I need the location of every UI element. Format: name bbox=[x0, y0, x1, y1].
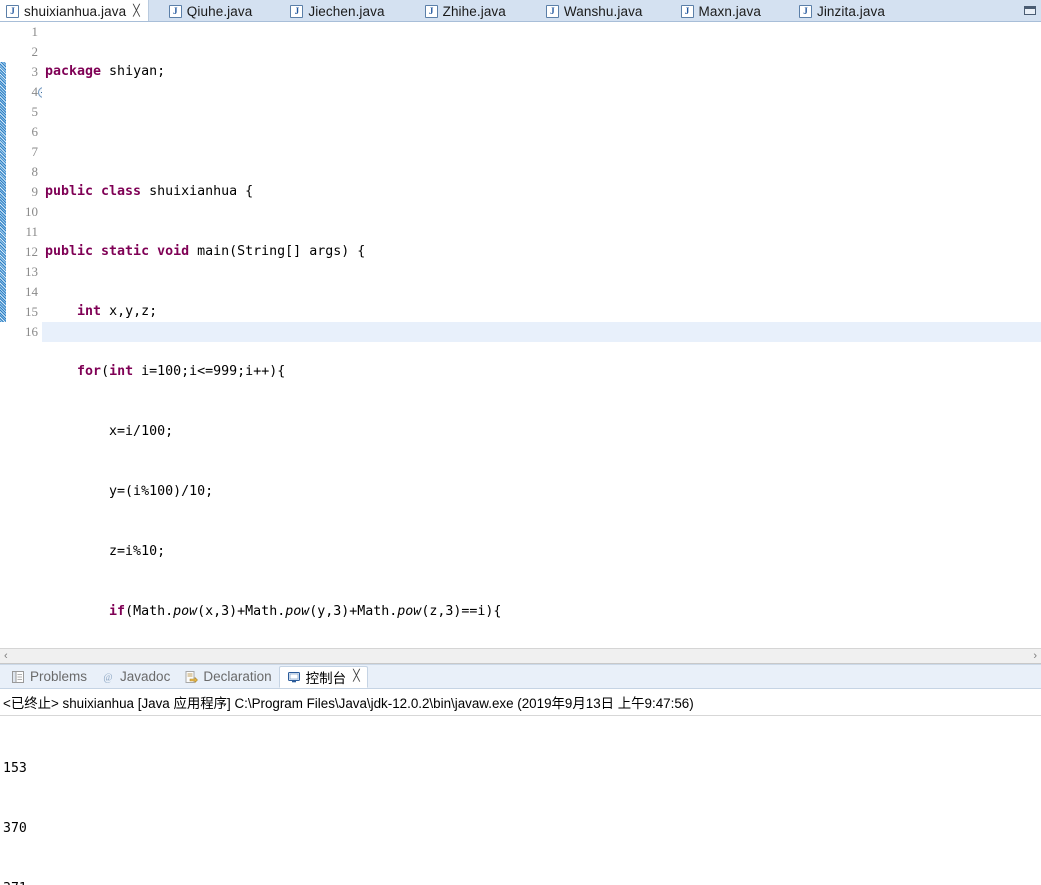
console-run-header: <已终止> shuixianhua [Java 应用程序] C:\Program… bbox=[0, 689, 1041, 716]
line-number: 13 bbox=[25, 264, 38, 279]
line-number: 16 bbox=[25, 324, 38, 339]
console-output[interactable]: 153 370 371 407 bbox=[0, 716, 1041, 885]
line-number: 12 bbox=[25, 244, 38, 259]
editor-tab-maxn[interactable]: J Maxn.java bbox=[675, 0, 769, 21]
editor-tab-label: Zhihe.java bbox=[442, 3, 506, 19]
editor-tab-label: Maxn.java bbox=[698, 3, 761, 19]
code-line: y=(i%100)/10; bbox=[45, 484, 214, 499]
eclipse-ide-window: J shuixianhua.java ╳ J Qiuhe.java J Jiec… bbox=[0, 0, 1041, 885]
editor-tab-jiechen[interactable]: J Jiechen.java bbox=[284, 0, 392, 21]
svg-text:@: @ bbox=[103, 672, 112, 683]
java-file-icon: J bbox=[168, 4, 182, 18]
java-file-icon: J bbox=[798, 4, 812, 18]
code-line: if(Math.pow(x,3)+Math.pow(y,3)+Math.pow(… bbox=[109, 604, 502, 619]
editor-tab-label: shuixianhua.java bbox=[24, 3, 127, 19]
scroll-right-arrow-icon[interactable]: › bbox=[1033, 650, 1037, 662]
editor-tab-bar: J shuixianhua.java ╳ J Qiuhe.java J Jiec… bbox=[0, 0, 1041, 22]
javadoc-icon: @ bbox=[103, 672, 112, 683]
tab-label: 控制台 bbox=[305, 670, 347, 686]
editor-tab-zhihe[interactable]: J Zhihe.java bbox=[419, 0, 514, 21]
line-number: 7 bbox=[31, 144, 39, 159]
editor-horizontal-scrollbar[interactable]: ‹ › bbox=[0, 648, 1041, 664]
tab-label: Problems bbox=[30, 669, 88, 684]
close-icon[interactable]: ╳ bbox=[353, 671, 360, 682]
line-number: 4 bbox=[31, 84, 39, 99]
minimize-view-button[interactable] bbox=[1019, 0, 1041, 21]
code-line: x=i/100; bbox=[45, 424, 174, 439]
line-number-ruler: 1 2 3 4 5 6 7 8 9 10 11 12 13 14 15 16 bbox=[6, 22, 49, 647]
line-number: 15 bbox=[25, 304, 38, 319]
editor-tab-label: Jiechen.java bbox=[308, 3, 385, 19]
java-file-icon: J bbox=[545, 4, 559, 18]
tab-label: Declaration bbox=[203, 669, 272, 684]
console-line: 153 bbox=[3, 761, 27, 776]
line-number: 14 bbox=[25, 284, 38, 299]
line-number: 9 bbox=[31, 184, 39, 199]
line-number: 5 bbox=[31, 104, 39, 119]
tab-label: Javadoc bbox=[120, 669, 171, 684]
tab-javadoc[interactable]: @ Javadoc bbox=[94, 666, 177, 688]
console-line: 371 bbox=[3, 879, 1041, 885]
console-icon bbox=[287, 671, 300, 682]
editor-tab-label: Jinzita.java bbox=[816, 3, 885, 19]
line-number: 2 bbox=[31, 44, 39, 59]
java-file-icon: J bbox=[6, 4, 19, 18]
line-number: 6 bbox=[31, 124, 39, 139]
scroll-left-arrow-icon[interactable]: ‹ bbox=[4, 650, 8, 662]
line-number: 10 bbox=[25, 204, 38, 219]
code-line: z=i%10; bbox=[45, 544, 166, 559]
bottom-view-tab-bar: Problems @ Javadoc Declaration 控制台 ╳ bbox=[0, 665, 1041, 689]
source-code: package shiyan; public class shuixianhua… bbox=[45, 22, 1041, 647]
line-number: 11 bbox=[25, 224, 38, 239]
editor-tab-shuixianhua[interactable]: J shuixianhua.java ╳ bbox=[0, 0, 149, 21]
tab-declaration[interactable]: Declaration bbox=[177, 666, 278, 688]
editor-tab-wanshu[interactable]: J Wanshu.java bbox=[540, 0, 651, 21]
line-number: 1 bbox=[31, 24, 39, 39]
java-file-icon: J bbox=[680, 4, 694, 18]
code-text-area[interactable]: package shiyan; public class shuixianhua… bbox=[42, 22, 1041, 647]
java-file-icon: J bbox=[290, 4, 304, 18]
editor-tab-label: Qiuhe.java bbox=[186, 3, 253, 19]
code-line: int x,y,z; bbox=[77, 304, 158, 319]
tab-console[interactable]: 控制台 ╳ bbox=[278, 665, 368, 688]
line-number: 8 bbox=[31, 164, 39, 179]
code-editor[interactable]: 1 2 3 4 5 6 7 8 9 10 11 12 13 14 15 16 package shiyan; … bbox=[0, 22, 1041, 648]
editor-tab-jinzita[interactable]: J Jinzita.java bbox=[793, 0, 893, 21]
line-number: 3 bbox=[31, 64, 39, 79]
console-line: 370 bbox=[3, 821, 27, 836]
editor-tab-qiuhe[interactable]: J Qiuhe.java bbox=[163, 0, 261, 21]
tab-bar-filler bbox=[893, 0, 1019, 21]
tab-problems[interactable]: Problems bbox=[4, 666, 94, 688]
problems-icon bbox=[12, 670, 24, 683]
editor-tab-label: Wanshu.java bbox=[563, 3, 643, 19]
minimize-view-icon bbox=[1024, 6, 1036, 15]
code-line: for(int i=100;i<=999;i++){ bbox=[77, 364, 286, 379]
declaration-icon bbox=[185, 670, 199, 683]
code-line: public class shuixianhua { bbox=[45, 184, 254, 199]
bottom-view-panel: Problems @ Javadoc Declaration 控制台 ╳ <已终… bbox=[0, 664, 1041, 885]
close-icon[interactable]: ╳ bbox=[133, 5, 140, 17]
code-line: public static void main(String[] args) { bbox=[45, 244, 366, 259]
java-file-icon: J bbox=[424, 4, 438, 18]
code-line: package shiyan; bbox=[45, 64, 166, 79]
